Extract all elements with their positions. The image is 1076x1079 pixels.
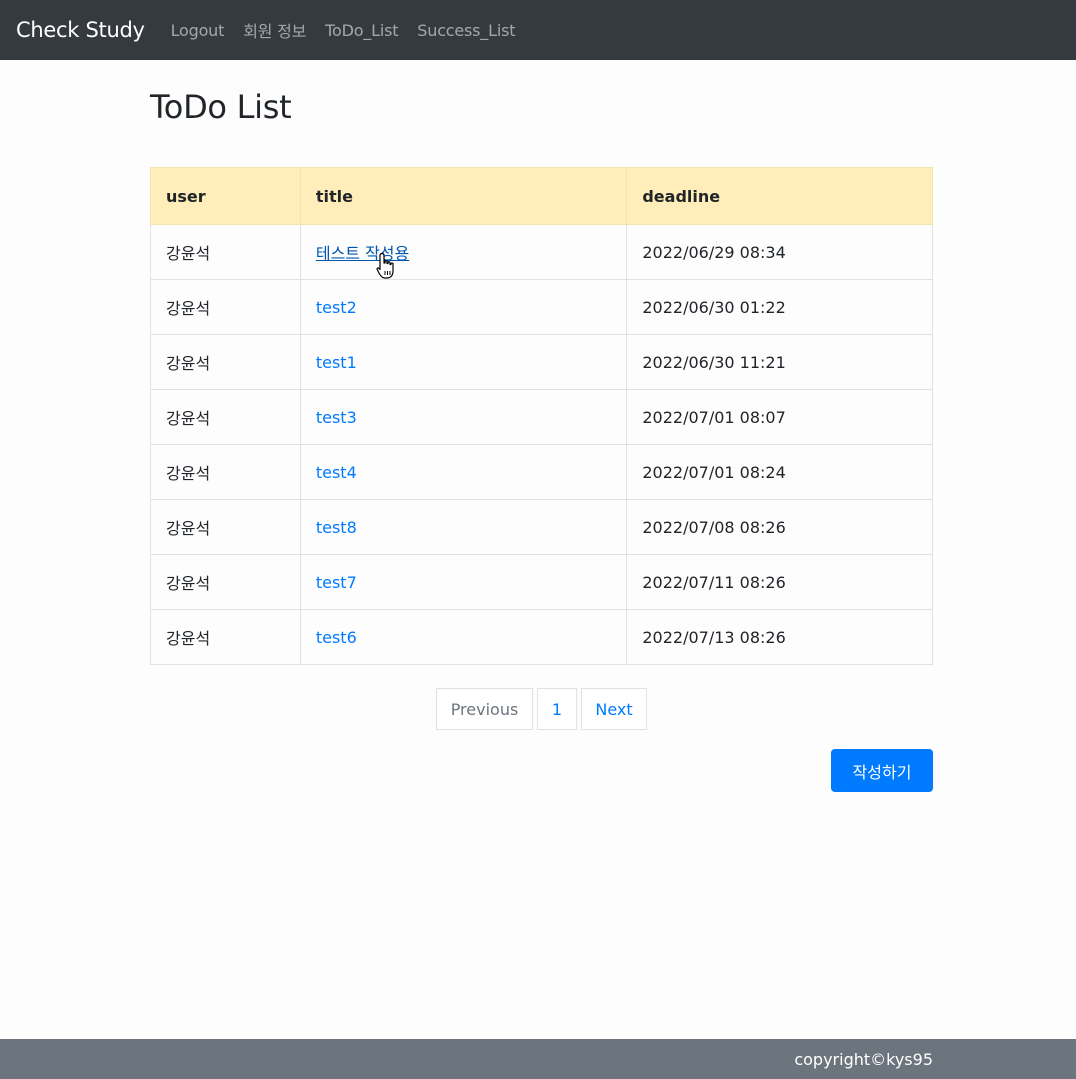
cell-title: 테스트 작성용 <box>299 224 628 280</box>
cell-deadline: 2022/07/01 08:07 <box>626 389 933 445</box>
column-header-user: user <box>150 167 301 225</box>
cell-title: test7 <box>299 554 628 610</box>
table-row: 강윤석 test4 2022/07/01 08:24 <box>150 444 933 500</box>
table-row: 강윤석 test1 2022/06/30 11:21 <box>150 334 933 390</box>
nav-link-logout[interactable]: Logout <box>171 21 225 40</box>
cell-title: test3 <box>299 389 628 445</box>
footer-copyright: copyright©kys95 <box>794 1049 933 1069</box>
todo-table: user title deadline 강윤석 테스트 작성용 2022/06/… <box>150 167 933 665</box>
nav-link-success-list[interactable]: Success_List <box>417 21 515 40</box>
write-todo-button[interactable]: 작성하기 <box>831 749 933 792</box>
footer: copyright©kys95 <box>0 1039 1076 1079</box>
todo-title-link[interactable]: test2 <box>316 298 357 317</box>
cell-user: 강윤석 <box>150 444 301 500</box>
todo-title-link[interactable]: test6 <box>316 628 357 647</box>
cell-deadline: 2022/07/08 08:26 <box>626 499 933 555</box>
page-title: ToDo List <box>150 88 292 126</box>
cell-deadline: 2022/07/13 08:26 <box>626 609 933 665</box>
pagination-previous-button[interactable]: Previous <box>436 688 533 730</box>
cell-deadline: 2022/06/30 01:22 <box>626 279 933 335</box>
cell-user: 강윤석 <box>150 224 301 280</box>
cell-user: 강윤석 <box>150 554 301 610</box>
cell-title: test4 <box>299 444 628 500</box>
hand-pointer-cursor-icon <box>376 252 394 279</box>
table-row: 강윤석 test2 2022/06/30 01:22 <box>150 279 933 335</box>
todo-title-link[interactable]: test7 <box>316 573 357 592</box>
table-row: 강윤석 test6 2022/07/13 08:26 <box>150 609 933 665</box>
cell-deadline: 2022/07/01 08:24 <box>626 444 933 500</box>
pagination-next-button[interactable]: Next <box>581 688 647 730</box>
cell-user: 강윤석 <box>150 334 301 390</box>
cell-user: 강윤석 <box>150 499 301 555</box>
table-row: 강윤석 test8 2022/07/08 08:26 <box>150 499 933 555</box>
cell-user: 강윤석 <box>150 389 301 445</box>
table-header-row: user title deadline <box>150 167 933 225</box>
cell-title: test2 <box>299 279 628 335</box>
cell-deadline: 2022/07/11 08:26 <box>626 554 933 610</box>
nav-link-todo-list[interactable]: ToDo_List <box>325 21 398 40</box>
table-row: 강윤석 test7 2022/07/11 08:26 <box>150 554 933 610</box>
todo-title-link[interactable]: test3 <box>316 408 357 427</box>
pagination-page-1[interactable]: 1 <box>537 688 577 730</box>
todo-title-link[interactable]: test8 <box>316 518 357 537</box>
todo-title-link[interactable]: test4 <box>316 463 357 482</box>
table-row: 강윤석 테스트 작성용 2022/06/29 08:34 <box>150 224 933 280</box>
cell-user: 강윤석 <box>150 609 301 665</box>
cell-title: test1 <box>299 334 628 390</box>
column-header-title: title <box>299 167 628 225</box>
nav-link-member-info[interactable]: 회원 정보 <box>243 18 306 42</box>
pagination: Previous 1 Next <box>436 688 647 730</box>
cell-title: test8 <box>299 499 628 555</box>
todo-title-link[interactable]: test1 <box>316 353 357 372</box>
cell-deadline: 2022/06/29 08:34 <box>626 224 933 280</box>
brand-logo[interactable]: Check Study <box>16 18 145 42</box>
cell-title: test6 <box>299 609 628 665</box>
table-row: 강윤석 test3 2022/07/01 08:07 <box>150 389 933 445</box>
cell-user: 강윤석 <box>150 279 301 335</box>
cell-deadline: 2022/06/30 11:21 <box>626 334 933 390</box>
column-header-deadline: deadline <box>626 167 933 225</box>
top-navbar: Check Study Logout 회원 정보 ToDo_List Succe… <box>0 0 1076 60</box>
